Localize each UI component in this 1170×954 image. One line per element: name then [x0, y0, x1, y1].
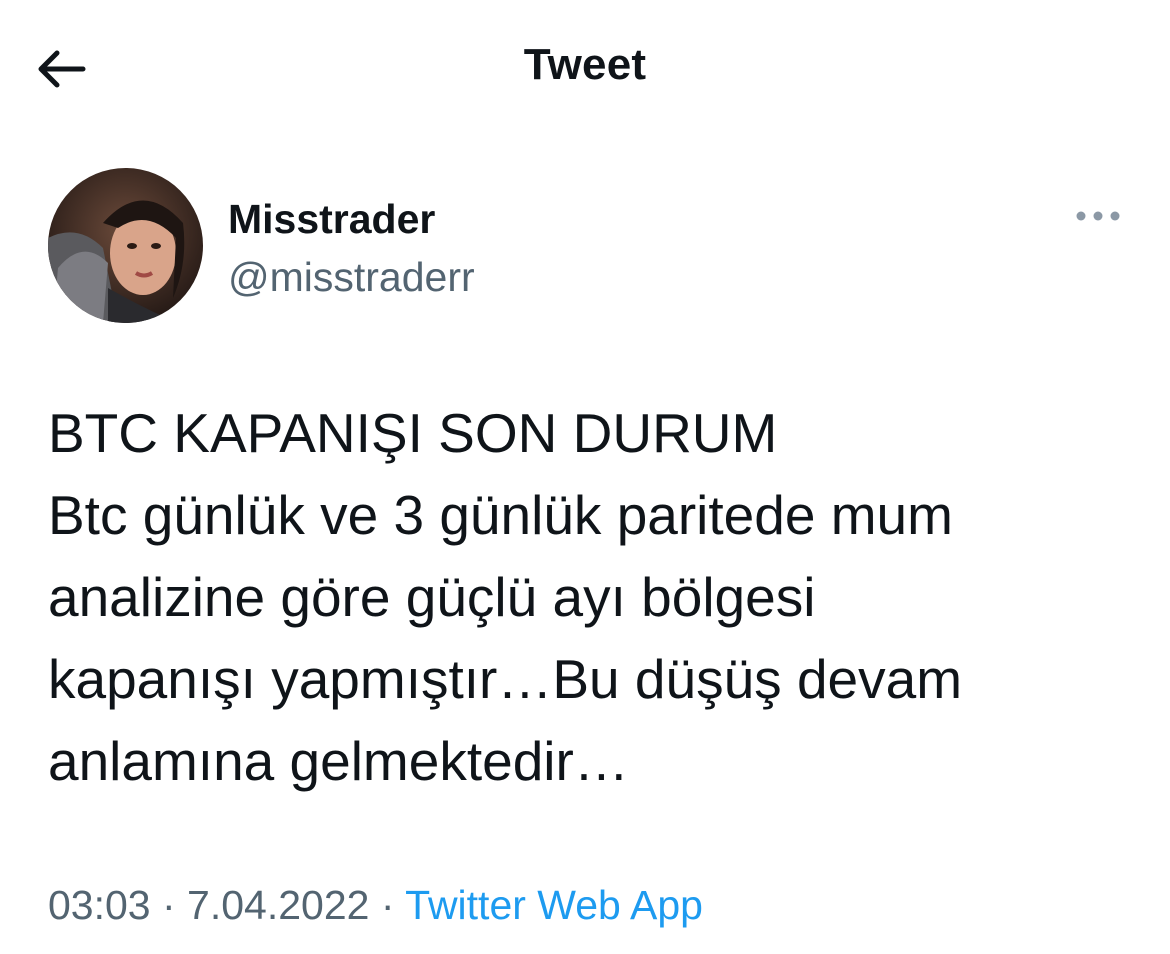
author-handle[interactable]: @misstraderr [228, 254, 475, 301]
meta-separator: · [369, 882, 406, 928]
avatar[interactable] [48, 168, 203, 323]
page-title: Tweet [523, 40, 647, 89]
top-bar: Tweet [0, 0, 1170, 135]
more-options-button[interactable] [1068, 194, 1128, 238]
tweet-date[interactable]: 7.04.2022 [187, 882, 369, 928]
tweet-meta: 03:03 · 7.04.2022 · Twitter Web App [48, 882, 703, 929]
tweet-source-link[interactable]: Twitter Web App [405, 882, 703, 928]
tweet-text-line: kapanışı yapmıştır…Bu düşüş devam [48, 648, 963, 710]
tweet-time[interactable]: 03:03 [48, 882, 151, 928]
author-name[interactable]: Misstrader [228, 196, 435, 243]
avatar-image [48, 168, 203, 323]
tweet-text-line: anlamına gelmektedir… [48, 730, 629, 792]
tweet-author: Misstrader @misstraderr [48, 168, 1128, 328]
tweet-text-line: BTC KAPANIŞI SON DURUM [48, 402, 778, 464]
tweet-text: BTC KAPANIŞI SON DURUM Btc günlük ve 3 g… [48, 392, 1138, 802]
more-horizontal-icon [1076, 211, 1120, 221]
tweet-text-line: Btc günlük ve 3 günlük paritede mum [48, 484, 953, 546]
meta-separator: · [150, 882, 188, 928]
tweet-text-line: analizine göre güçlü ayı bölgesi [48, 566, 816, 628]
